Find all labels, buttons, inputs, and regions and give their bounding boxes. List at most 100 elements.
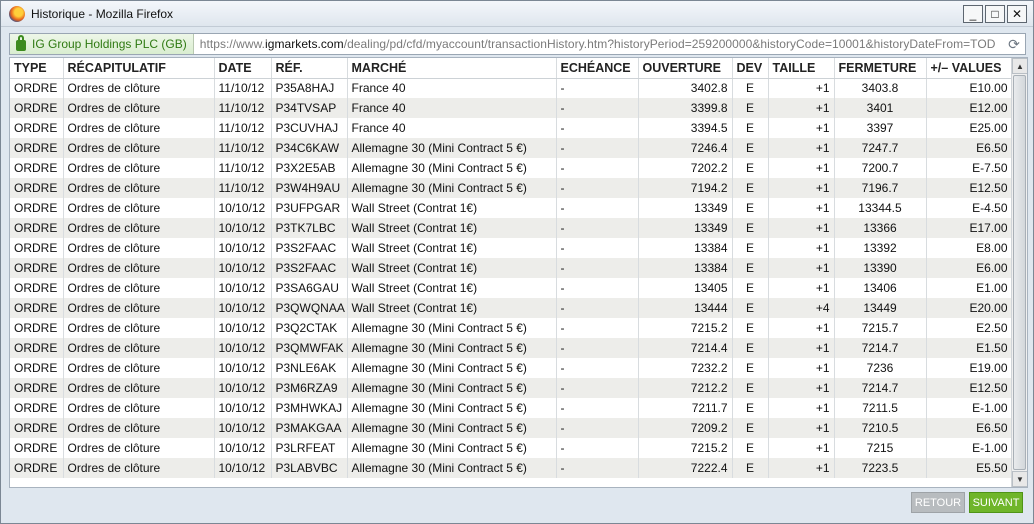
table-cell: 13349 [638,218,733,238]
table-cell: E [732,318,769,338]
table-row[interactable]: ORDRE Ordres de clôture 11/10/12 P3CUVHAJ Fr… [10,118,1013,138]
table-cell: Ordres de clôture [63,358,215,378]
table-cell: Wall Street (Contrat 1€) [347,198,557,218]
table-cell: Ordres de clôture [63,138,215,158]
table-cell: 10/10/12 [214,278,272,298]
table-cell: P35A8HAJ [271,78,348,98]
table-row[interactable]: ORDRE Ordres de clôture 11/10/12 P3X2E5AB Al… [10,158,1013,178]
table-cell: E12.50 [926,178,1013,198]
table-row[interactable]: ORDRE Ordres de clôture 11/10/12 P34C6KAW Al… [10,138,1013,158]
column-header[interactable]: MARCHÉ [347,58,557,79]
column-header[interactable]: TYPE [10,58,64,79]
column-header[interactable]: DATE [214,58,272,79]
table-cell: ORDRE [10,338,64,358]
table-row[interactable]: ORDRE Ordres de clôture 10/10/12 P3LRFEAT Al… [10,438,1013,458]
column-header[interactable]: OUVERTURE [638,58,733,79]
table-cell: Ordres de clôture [63,278,215,298]
minimize-button[interactable]: _ [963,5,983,23]
table-cell: E-4.50 [926,198,1013,218]
column-header[interactable]: FERMETURE [834,58,927,79]
table-cell: E6.50 [926,418,1013,438]
table-row[interactable]: ORDRE Ordres de clôture 10/10/12 P3S2FAAC Wa… [10,238,1013,258]
address-bar[interactable]: IG Group Holdings PLC (GB) https://www.i… [9,33,1026,55]
suivant-button[interactable]: SUIVANT [969,492,1023,513]
scrollbar-thumb[interactable] [1013,75,1026,470]
table-cell: ORDRE [10,318,64,338]
table-cell: P3QWQNAA [271,298,348,318]
table-cell: 11/10/12 [214,178,272,198]
table-cell: E [732,98,769,118]
table-cell: E [732,78,769,98]
table-row[interactable]: ORDRE Ordres de clôture 10/10/12 P3QMWFAK Al… [10,338,1013,358]
table-row[interactable]: ORDRE Ordres de clôture 10/10/12 P3S2FAAC Wa… [10,258,1013,278]
retour-button[interactable]: RETOUR [911,492,965,513]
url-text[interactable]: https://www.igmarkets.com/dealing/pd/cfd… [194,37,1005,51]
column-header[interactable]: +/– VALUES [926,58,1013,79]
table-cell: Ordres de clôture [63,118,215,138]
table-header-row: TYPE RÉCAPITULATIF DATE RÉF. MARCHÉ ECHÉANCE O… [10,58,1013,79]
table-cell: 7215.7 [834,318,927,338]
url-domain: igmarkets.com [265,37,344,51]
table-cell: Ordres de clôture [63,398,215,418]
table-cell: P3QMWFAK [271,338,348,358]
table-cell: E1.00 [926,278,1013,298]
column-header[interactable]: TAILLE [768,58,835,79]
table-cell: P3Q2CTAK [271,318,348,338]
table-cell: 13384 [638,238,733,258]
table-row[interactable]: ORDRE Ordres de clôture 11/10/12 P34TVSAP Fr… [10,98,1013,118]
table-cell: ORDRE [10,178,64,198]
table-cell: - [556,178,639,198]
table-row[interactable]: ORDRE Ordres de clôture 11/10/12 P3W4H9AU Al… [10,178,1013,198]
table-row[interactable]: ORDRE Ordres de clôture 10/10/12 P3TK7LBC Wa… [10,218,1013,238]
table-cell: 10/10/12 [214,438,272,458]
table-cell: +1 [768,358,835,378]
table-cell: P3MHWKAJ [271,398,348,418]
table-cell: P3M6RZA9 [271,378,348,398]
column-header[interactable]: DEV [732,58,769,79]
column-header[interactable]: RÉCAPITULATIF [63,58,215,79]
table-cell: 7209.2 [638,418,733,438]
table-row[interactable]: ORDRE Ordres de clôture 10/10/12 P3SA6GAU Wa… [10,278,1013,298]
table-row[interactable]: ORDRE Ordres de clôture 10/10/12 P3QWQNAA Wa… [10,298,1013,318]
table-cell: ORDRE [10,198,64,218]
pagination-buttons: RETOUR SUIVANT [911,492,1023,513]
table-cell: E1.50 [926,338,1013,358]
table-row[interactable]: ORDRE Ordres de clôture 10/10/12 P3LABVBC Al… [10,458,1013,478]
table-row[interactable]: ORDRE Ordres de clôture 10/10/12 P3Q2CTAK Al… [10,318,1013,338]
column-header[interactable]: RÉF. [271,58,348,79]
table-cell: Ordres de clôture [63,298,215,318]
table-cell: Wall Street (Contrat 1€) [347,278,557,298]
table-cell: P3TK7LBC [271,218,348,238]
table-cell: - [556,158,639,178]
table-row[interactable]: ORDRE Ordres de clôture 10/10/12 P3NLE6AK Al… [10,358,1013,378]
table-cell: P34TVSAP [271,98,348,118]
table-cell: Wall Street (Contrat 1€) [347,218,557,238]
table-row[interactable]: ORDRE Ordres de clôture 10/10/12 P3MHWKAJ Al… [10,398,1013,418]
scroll-down-icon[interactable]: ▼ [1012,471,1027,487]
maximize-button[interactable]: □ [985,5,1005,23]
table-cell: E6.00 [926,258,1013,278]
table-cell: Allemagne 30 (Mini Contract 5 €) [347,398,557,418]
table-cell: E-1.00 [926,438,1013,458]
site-identity-button[interactable]: IG Group Holdings PLC (GB) [10,34,194,54]
table-row[interactable]: ORDRE Ordres de clôture 11/10/12 P35A8HAJ Fr… [10,78,1013,98]
table-cell: +1 [768,338,835,358]
table-cell: Allemagne 30 (Mini Contract 5 €) [347,458,557,478]
table-row[interactable]: ORDRE Ordres de clôture 10/10/12 P3UFPGAR Wa… [10,198,1013,218]
table-cell: +1 [768,78,835,98]
table-cell: 10/10/12 [214,458,272,478]
site-identity-label: IG Group Holdings PLC (GB) [32,37,187,51]
table-cell: +1 [768,318,835,338]
close-button[interactable]: ✕ [1007,5,1027,23]
table-cell: E [732,158,769,178]
table-row[interactable]: ORDRE Ordres de clôture 10/10/12 P3MAKGAA Al… [10,418,1013,438]
scroll-up-icon[interactable]: ▲ [1012,58,1027,74]
table-row[interactable]: ORDRE Ordres de clôture 10/10/12 P3M6RZA9 Al… [10,378,1013,398]
table-cell: - [556,318,639,338]
column-header[interactable]: ECHÉANCE [556,58,639,79]
table-cell: 11/10/12 [214,78,272,98]
reload-icon[interactable]: ⟳ [1005,35,1023,53]
table-cell: 13349 [638,198,733,218]
table-cell: +1 [768,218,835,238]
vertical-scrollbar[interactable]: ▲ ▼ [1011,58,1027,487]
